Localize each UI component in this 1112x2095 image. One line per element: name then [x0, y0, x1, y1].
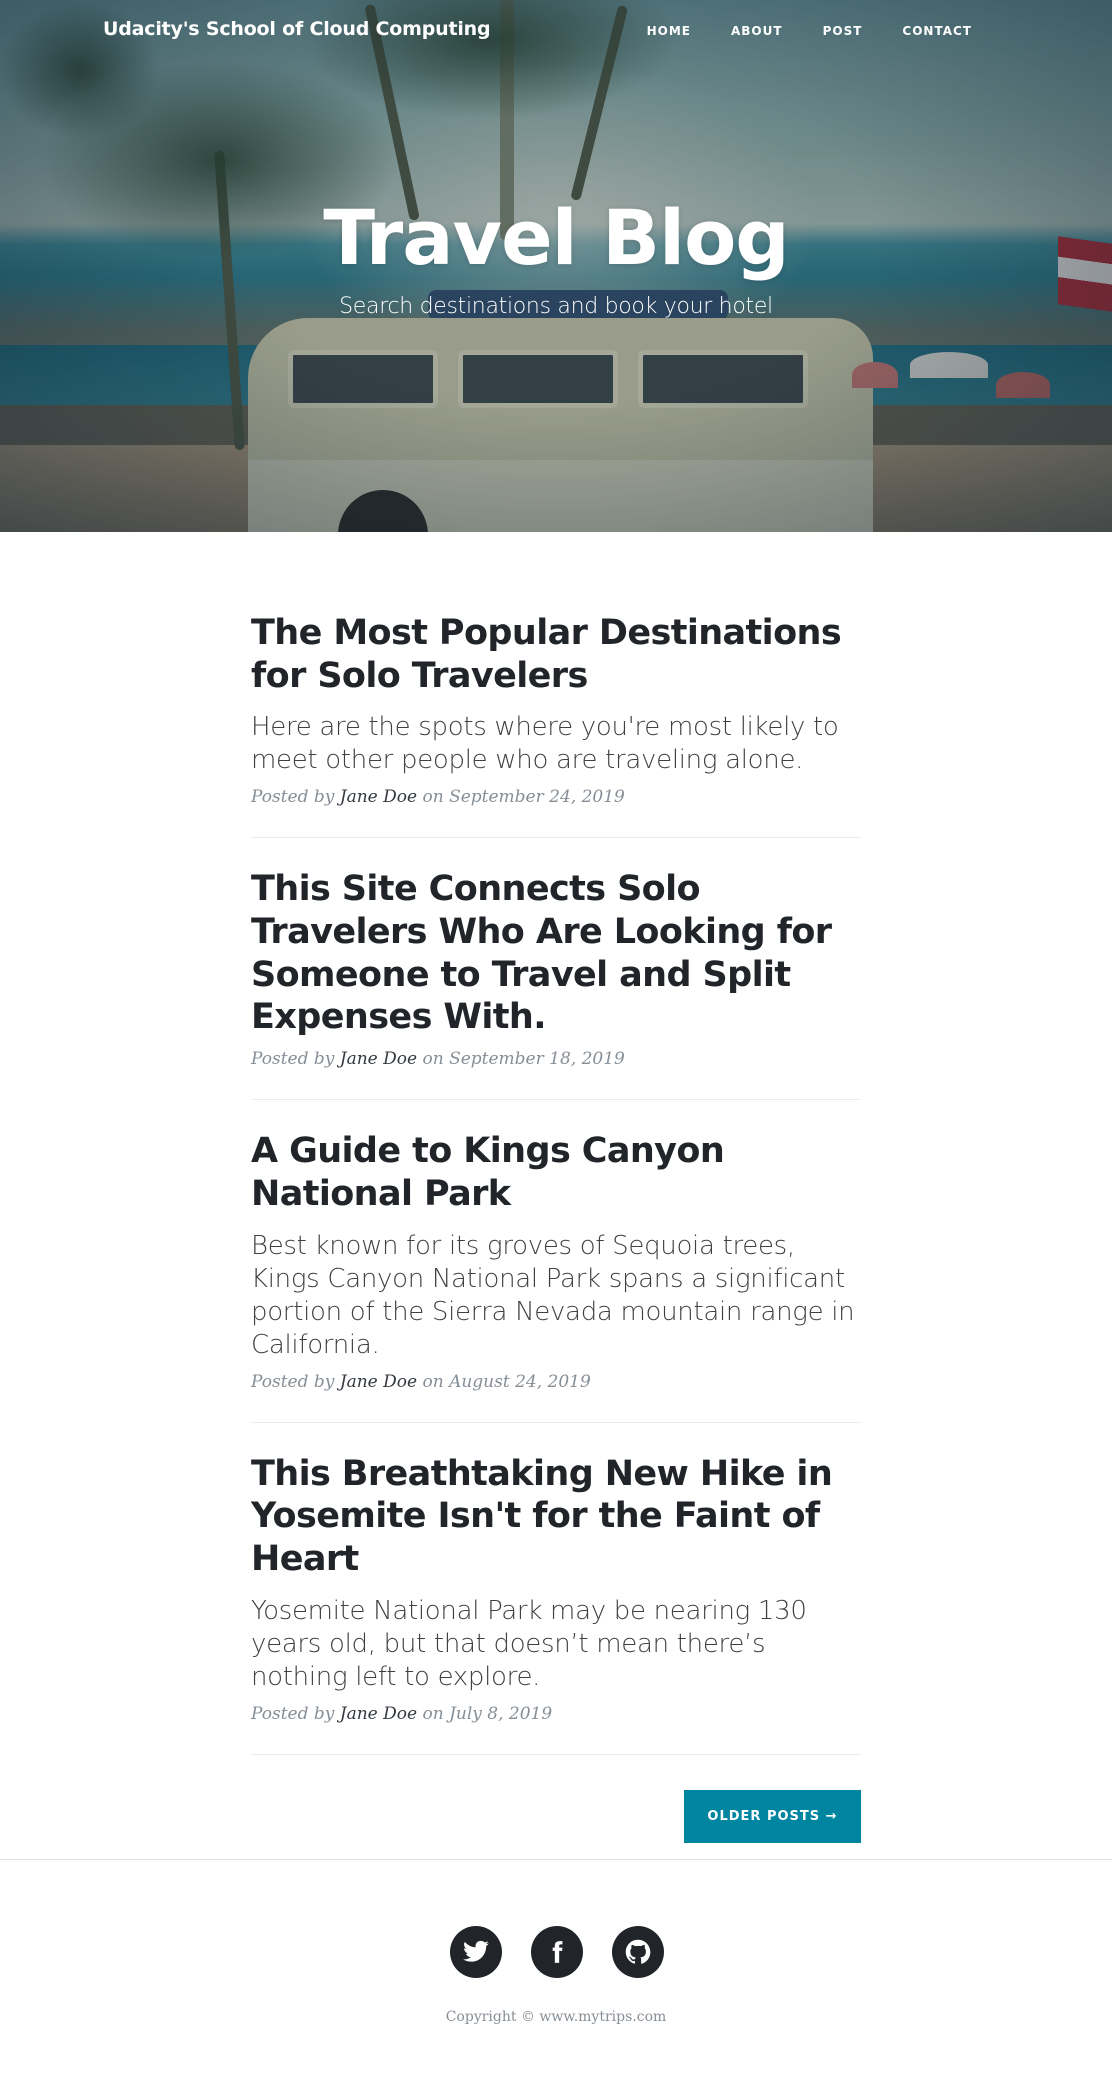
- nav-links: HOME ABOUT POST CONTACT: [627, 24, 992, 38]
- masthead: Udacity's School of Cloud Computing HOME…: [0, 0, 1112, 532]
- post-date: on September 24, 2019: [422, 787, 625, 808]
- post-date: on July 8, 2019: [422, 1703, 553, 1724]
- post-link[interactable]: The Most Popular Destinations for Solo T…: [251, 612, 861, 777]
- post-preview: This Site Connects Solo Travelers Who Ar…: [251, 838, 861, 1101]
- posted-by-label: Posted by: [251, 787, 335, 808]
- post-author-link[interactable]: Jane Doe: [340, 1049, 417, 1069]
- facebook-link[interactable]: [531, 1926, 583, 1978]
- post-link[interactable]: This Breathtaking New Hike in Yosemite I…: [251, 1453, 861, 1694]
- nav-link-about[interactable]: ABOUT: [711, 24, 803, 38]
- post-title[interactable]: A Guide to Kings Canyon National Park: [251, 1130, 861, 1215]
- post-title[interactable]: This Breathtaking New Hike in Yosemite I…: [251, 1453, 861, 1581]
- post-link[interactable]: A Guide to Kings Canyon National Park Be…: [251, 1130, 861, 1361]
- github-link[interactable]: [612, 1926, 664, 1978]
- posted-by-label: Posted by: [251, 1049, 335, 1070]
- post-subtitle[interactable]: Here are the spots where you're most lik…: [251, 711, 861, 777]
- copyright-text: Copyright © www.mytrips.com: [445, 2009, 667, 2025]
- post-author-link[interactable]: Jane Doe: [340, 1704, 417, 1724]
- post-meta: Posted by Jane Doe on August 24, 2019: [251, 1372, 861, 1392]
- post-title[interactable]: This Site Connects Solo Travelers Who Ar…: [251, 868, 861, 1039]
- nav-link-home[interactable]: HOME: [627, 24, 711, 38]
- post-meta: Posted by Jane Doe on September 24, 2019: [251, 787, 861, 807]
- main-navbar: Udacity's School of Cloud Computing HOME…: [0, 0, 1112, 66]
- post-meta: Posted by Jane Doe on September 18, 2019: [251, 1049, 861, 1069]
- post-subtitle[interactable]: Yosemite National Park may be nearing 13…: [251, 1595, 861, 1694]
- nav-link-post[interactable]: POST: [803, 24, 883, 38]
- post-preview: A Guide to Kings Canyon National Park Be…: [251, 1100, 861, 1423]
- post-author-link[interactable]: Jane Doe: [340, 787, 417, 807]
- posted-by-label: Posted by: [251, 1371, 335, 1392]
- navbar-brand[interactable]: Udacity's School of Cloud Computing: [103, 18, 491, 40]
- post-list: The Most Popular Destinations for Solo T…: [251, 612, 861, 1755]
- footer-divider: [0, 1859, 1112, 1860]
- github-icon: [625, 1939, 651, 1964]
- post-author-link[interactable]: Jane Doe: [340, 1372, 417, 1392]
- site-title: Travel Blog: [323, 193, 789, 282]
- nav-link-contact[interactable]: CONTACT: [882, 24, 992, 38]
- post-subtitle[interactable]: Best known for its groves of Sequoia tre…: [251, 1230, 861, 1362]
- social-links: [450, 1926, 664, 1978]
- post-preview: This Breathtaking New Hike in Yosemite I…: [251, 1423, 861, 1755]
- facebook-icon: [552, 1941, 563, 1963]
- older-posts-button[interactable]: OLDER POSTS →: [684, 1790, 861, 1843]
- post-preview: The Most Popular Destinations for Solo T…: [251, 612, 861, 839]
- post-date: on September 18, 2019: [422, 1049, 625, 1070]
- site-subheading: Search destinations and book your hotel: [339, 293, 773, 319]
- post-date: on August 24, 2019: [422, 1371, 591, 1392]
- posted-by-label: Posted by: [251, 1703, 335, 1724]
- site-heading: Travel Blog Search destinations and book…: [0, 196, 1112, 319]
- twitter-link[interactable]: [450, 1926, 502, 1978]
- post-meta: Posted by Jane Doe on July 8, 2019: [251, 1704, 861, 1724]
- post-title[interactable]: The Most Popular Destinations for Solo T…: [251, 612, 861, 697]
- twitter-icon: [463, 1940, 489, 1962]
- post-link[interactable]: This Site Connects Solo Travelers Who Ar…: [251, 868, 861, 1039]
